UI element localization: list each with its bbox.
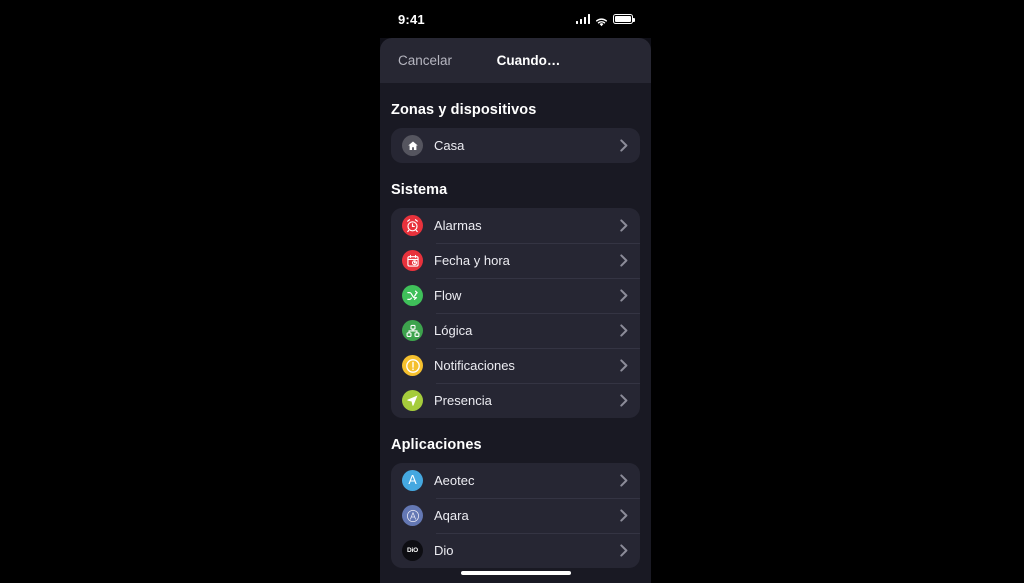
list-item[interactable]: Lógica [391, 313, 640, 348]
modal-navbar: Cancelar Cuando… [380, 38, 651, 83]
status-bar-indicators [575, 14, 635, 27]
list-item[interactable]: Notificaciones [391, 348, 640, 383]
screen-root: 9:41 Cancelar Cuando… Zonas y dispositiv… [0, 0, 1024, 583]
chevron-right-icon [618, 324, 630, 337]
list-item-label: Lógica [434, 323, 473, 338]
list-item[interactable]: Alarmas [391, 208, 640, 243]
chevron-right-icon [618, 289, 630, 302]
cancel-button[interactable]: Cancelar [398, 53, 452, 68]
list-item-label: Aqara [434, 508, 469, 523]
chevron-right-icon [618, 219, 630, 232]
list-item-label: Alarmas [434, 218, 482, 233]
phone-frame: 9:41 Cancelar Cuando… Zonas y dispositiv… [380, 0, 651, 583]
chevron-right-icon [618, 474, 630, 487]
alarm-clock-icon [402, 215, 423, 236]
list-item[interactable]: DiO Dio [391, 533, 640, 568]
section-title: Zonas y dispositivos [391, 102, 537, 118]
list-item-label: Flow [434, 288, 462, 303]
list-item[interactable]: Fecha y hora [391, 243, 640, 278]
section-title: Aplicaciones [391, 437, 482, 453]
status-bar: 9:41 [380, 0, 651, 38]
list-item[interactable]: Aqara [391, 498, 640, 533]
list-item[interactable]: A Aeotec [391, 463, 640, 498]
chevron-right-icon [618, 254, 630, 267]
home-icon [402, 135, 423, 156]
cellular-signal-icon [575, 14, 590, 24]
aqara-logo-icon [402, 505, 423, 526]
home-indicator [460, 571, 571, 575]
chevron-right-icon [618, 139, 630, 152]
battery-icon [613, 14, 635, 24]
settings-card: Casa [391, 128, 640, 163]
list-item[interactable]: Presencia [391, 383, 640, 418]
list-item-label: Dio [434, 543, 454, 558]
status-bar-time: 9:41 [398, 11, 425, 27]
logic-nodes-icon [402, 320, 423, 341]
list-item[interactable]: Casa [391, 128, 640, 163]
chevron-right-icon [618, 509, 630, 522]
dio-logo-icon: DiO [402, 540, 423, 561]
settings-list[interactable]: Zonas y dispositivos Casa Sistema Alarmas Fe… [380, 83, 651, 583]
list-item-label: Fecha y hora [434, 253, 510, 268]
list-item[interactable]: Flow [391, 278, 640, 313]
list-item-label: Notificaciones [434, 358, 515, 373]
aeotec-logo-icon: A [402, 470, 423, 491]
calendar-clock-icon [402, 250, 423, 271]
section-title: Sistema [391, 182, 448, 198]
wifi-icon [595, 14, 608, 27]
list-item-label: Presencia [434, 393, 492, 408]
chevron-right-icon [618, 359, 630, 372]
settings-card: A Aeotec Aqara DiO Dio [391, 463, 640, 568]
settings-card: Alarmas Fecha y hora Flow Lógica Notificacio… [391, 208, 640, 418]
list-item-label: Aeotec [434, 473, 475, 488]
location-arrow-icon [402, 390, 423, 411]
chevron-right-icon [618, 544, 630, 557]
chevron-right-icon [618, 394, 630, 407]
exclamation-circle-icon [402, 355, 423, 376]
flow-shuffle-icon [402, 285, 423, 306]
list-item-label: Casa [434, 138, 465, 153]
